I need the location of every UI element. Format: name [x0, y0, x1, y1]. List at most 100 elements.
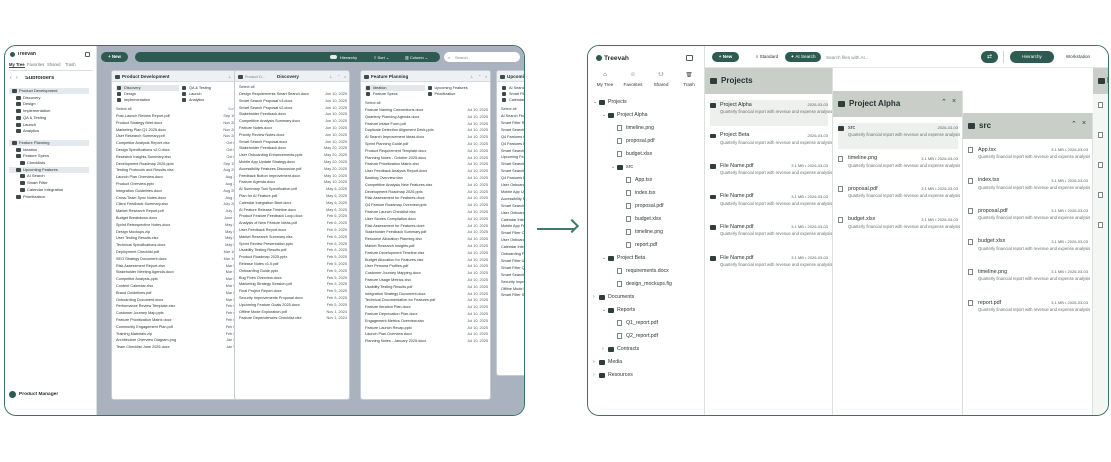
- file-row[interactable]: Q4 Features Dor: [501, 176, 524, 182]
- select-all-checkbox[interactable]: Select all: [239, 85, 347, 91]
- back-icon[interactable]: ‹: [10, 76, 12, 81]
- column-item[interactable]: src 2026-03-03 Quarterly financial report …: [838, 123, 960, 149]
- file-row[interactable]: User Feedback Analysis Report.docx Jul 10…: [365, 169, 488, 175]
- file-row[interactable]: Competitor Analysis.pptxMar 5, 2025: [116, 277, 246, 283]
- file-row[interactable]: AI Search Feature: [501, 114, 524, 120]
- file-row[interactable]: Backlog Overview.xlsx Jul 10, 2025: [365, 176, 488, 182]
- file-row[interactable]: User Onboarding: [501, 238, 524, 244]
- file-row[interactable]: Smart Search Te: [501, 204, 524, 210]
- column-item[interactable]: index.tsx 3.1 MB • 2026-03-03 Quarterly fi…: [968, 176, 1090, 202]
- column-item[interactable]: File Name.pdf 3.1 MB • 2026-03-03 Quarterl…: [710, 222, 832, 248]
- file-row[interactable]: Feature Deprecation Plan.docx Jul 10, 202…: [365, 312, 488, 318]
- file-row[interactable]: Team Checklist June 2025.docxJan 5, 2025: [116, 345, 246, 351]
- column-item[interactable]: File Name.pdf 3.1 MB • 2026-03-03 Quarterl…: [710, 161, 832, 187]
- file-row[interactable]: Onboarding Guide.pptx Feb 5, 2025: [239, 269, 347, 275]
- file-row[interactable]: Design Specifications v2.0.docxOct 6, 20…: [116, 148, 246, 154]
- tree-item[interactable]: Product Development: [9, 88, 89, 94]
- file-row[interactable]: Technical Specifications.docxMay 5, 2025: [116, 243, 246, 249]
- file-row[interactable]: Feature Launch Recap.pptx Jul 10, 2025: [365, 326, 488, 332]
- tree-item[interactable]: App.tsx: [588, 174, 705, 186]
- file-row[interactable]: Feature Prioritization Matrix.docxFeb 6,…: [116, 318, 246, 324]
- file-row[interactable]: Market Research Insights.pdf Jul 10, 2025: [365, 244, 488, 250]
- file-row[interactable]: Upcoming Feature: [501, 155, 524, 161]
- file-row[interactable]: Competitive Analysis Summary.docx Jun 10,…: [239, 119, 347, 125]
- tree-item[interactable]: Checklists: [9, 160, 89, 166]
- file-row[interactable]: Onboarding Feat: [501, 252, 524, 258]
- file-row[interactable]: Market Research Summary.xlsx Feb 6, 2025: [239, 235, 347, 241]
- tree-item[interactable]: Q1_report.pdf: [588, 317, 705, 329]
- avatar[interactable]: [9, 391, 16, 398]
- tree-item[interactable]: Design: [9, 101, 89, 107]
- file-row[interactable]: Usability Testing Results.pdf Jul 10, 202…: [365, 285, 488, 291]
- tree-item[interactable]: Ideation: [9, 147, 89, 153]
- close-icon[interactable]: ×: [1082, 120, 1086, 127]
- file-row[interactable]: Competitive Analysis New Features.xlsx Ju…: [365, 183, 488, 189]
- file-row[interactable]: Engagement Metrics Overview.xlsx Jul 10, …: [365, 319, 488, 325]
- select-all-checkbox[interactable]: Select all: [501, 107, 524, 113]
- file-row[interactable]: Smart Search Ad: [501, 162, 524, 168]
- sidebar-tab[interactable]: My Tree: [9, 62, 25, 68]
- file-row[interactable]: Smart Search Pro: [501, 169, 524, 175]
- file-row[interactable]: Performance Review Template.xlsxFeb 6, 2…: [116, 304, 246, 310]
- file-row[interactable]: User Feedback Report.docx Feb 6, 2025: [239, 228, 347, 234]
- file-row[interactable]: Launch Plan Overview.docxAug 2, 2025: [116, 175, 246, 181]
- file-row[interactable]: Stakeholder Meeting Agenda.docxMar 5, 20…: [116, 270, 246, 276]
- file-row[interactable]: Feature Intake Form.pdf Jul 10, 2025: [365, 122, 488, 128]
- file-row[interactable]: Sprint Review Presentation.pptx Feb 6, 20…: [239, 242, 347, 248]
- file-row[interactable]: Feature Development Timeline.xlsx Jul 10,…: [365, 251, 488, 257]
- column-item[interactable]: Project Alpha 2026-03-03 Quarterly financi…: [710, 100, 832, 126]
- tree-item[interactable]: ⌄ Reports: [588, 304, 705, 316]
- nav-item-favorites[interactable]: ☆ Favorites: [619, 71, 647, 93]
- file-row[interactable]: Onboarding Document.docxMar 5, 2025: [116, 298, 246, 304]
- tree-item[interactable]: › Media: [588, 356, 705, 368]
- file-row[interactable]: Research Insights Summary.xlsxOct 6, 202…: [116, 155, 246, 161]
- column-item[interactable]: File Name.pdf 3.1 MB • 2026-03-03 Quarterl…: [710, 192, 832, 218]
- tree-item[interactable]: Discovery: [9, 95, 89, 101]
- file-row[interactable]: Smart Filter UI: [501, 259, 524, 265]
- file-row[interactable]: Smart Filter QA: [501, 266, 524, 272]
- tree-item[interactable]: Calendar Integration: [9, 187, 89, 193]
- sidebar-tab[interactable]: Trash: [65, 62, 76, 67]
- file-row[interactable]: Calendar Integration Brief.docx May 6, 20…: [239, 201, 347, 207]
- close-icon[interactable]: ×: [344, 74, 346, 79]
- chevron-right-icon[interactable]: ›: [593, 356, 595, 368]
- file-row[interactable]: User Onboarding: [501, 183, 524, 189]
- file-row[interactable]: Customer Journey Mapping.docx Jul 10, 202…: [365, 271, 488, 277]
- file-row[interactable]: Market Research Report.pdfJuly 4, 2025: [116, 209, 246, 215]
- file-row[interactable]: Bug Fixes Overview.docx Feb 5, 2025: [239, 276, 347, 282]
- subfolder-item[interactable]: Implementation: [116, 97, 179, 103]
- close-icon[interactable]: ×: [952, 98, 956, 105]
- file-row[interactable]: Upcoming Feature Goals 2025.docx Feb 5, 2…: [239, 303, 347, 309]
- tree-item[interactable]: timeline.png: [588, 226, 705, 238]
- tree-item[interactable]: › Documents: [588, 291, 705, 303]
- file-row[interactable]: Marketing Plan Q1 2025.docxNov 28, 2025: [116, 128, 246, 134]
- file-row[interactable]: Q4 Features Ove: [501, 135, 524, 141]
- file-row[interactable]: Planning Notes - October 2025.docx Jul 10…: [365, 156, 488, 162]
- file-row[interactable]: Architecture Overview Diagram.pngJan 5, …: [116, 338, 246, 344]
- column-item[interactable]: budget.xlsx 3.1 MB • 2026-03-03 Quarterly …: [838, 215, 960, 241]
- column-item[interactable]: Project Beta 2026-03-03 Quarterly financia…: [710, 131, 832, 157]
- file-row[interactable]: Design Requirements Smart Search.docx Jun…: [239, 92, 347, 98]
- file-row[interactable]: Smart Search Ins: [501, 273, 524, 279]
- tree-item[interactable]: ⌄ Project Alpha: [588, 109, 705, 121]
- file-row[interactable]: Final Project Report.docx Feb 5, 2025: [239, 289, 347, 295]
- file-row[interactable]: Smart Filter Sign: [501, 293, 524, 299]
- file-row[interactable]: Risk Assessment for Features.docx Jul 10,…: [365, 224, 488, 230]
- file-row[interactable]: Product Requirement Template.docx Jul 10,…: [365, 149, 488, 155]
- file-row[interactable]: Quarterly Planning Agenda.docx Jul 10, 20…: [365, 115, 488, 121]
- file-row[interactable]: Client Feedback Summary.xlsxJuly 26, 202…: [116, 202, 246, 208]
- file-row[interactable]: Q4 Feature Roadmap Overview.pptx Jul 10, …: [365, 203, 488, 209]
- file-row[interactable]: AI Search Improvement Ideas.docx Jul 10, …: [365, 135, 488, 141]
- file-row[interactable]: Smart Search Proposal v2.docx Jun 10, 202…: [239, 106, 347, 112]
- file-row[interactable]: Smart Search Proposal v3.docx Jun 10, 202…: [239, 99, 347, 105]
- column-item[interactable]: File Name.pdf 3.1 MB • 2026-03-03 Quarterl…: [710, 253, 832, 279]
- file-row[interactable]: Content Calendar.xlsxMar 5, 2025: [116, 284, 246, 290]
- column-item[interactable]: report.pdf 3.1 MB • 2026-03-03 Quarterly f…: [968, 298, 1090, 324]
- subfolder-item[interactable]: Feature Specs: [365, 91, 425, 97]
- file-row[interactable]: Calendar Integra: [501, 218, 524, 224]
- forward-icon[interactable]: ›: [16, 76, 18, 81]
- column-item[interactable]: proposal.pdf 3.1 MB • 2026-03-03 Quarterly…: [968, 206, 1090, 232]
- chevron-right-icon[interactable]: ›: [602, 343, 604, 355]
- file-row[interactable]: Smart Filter Req: [501, 121, 524, 127]
- select-all-checkbox[interactable]: Select all: [116, 107, 246, 113]
